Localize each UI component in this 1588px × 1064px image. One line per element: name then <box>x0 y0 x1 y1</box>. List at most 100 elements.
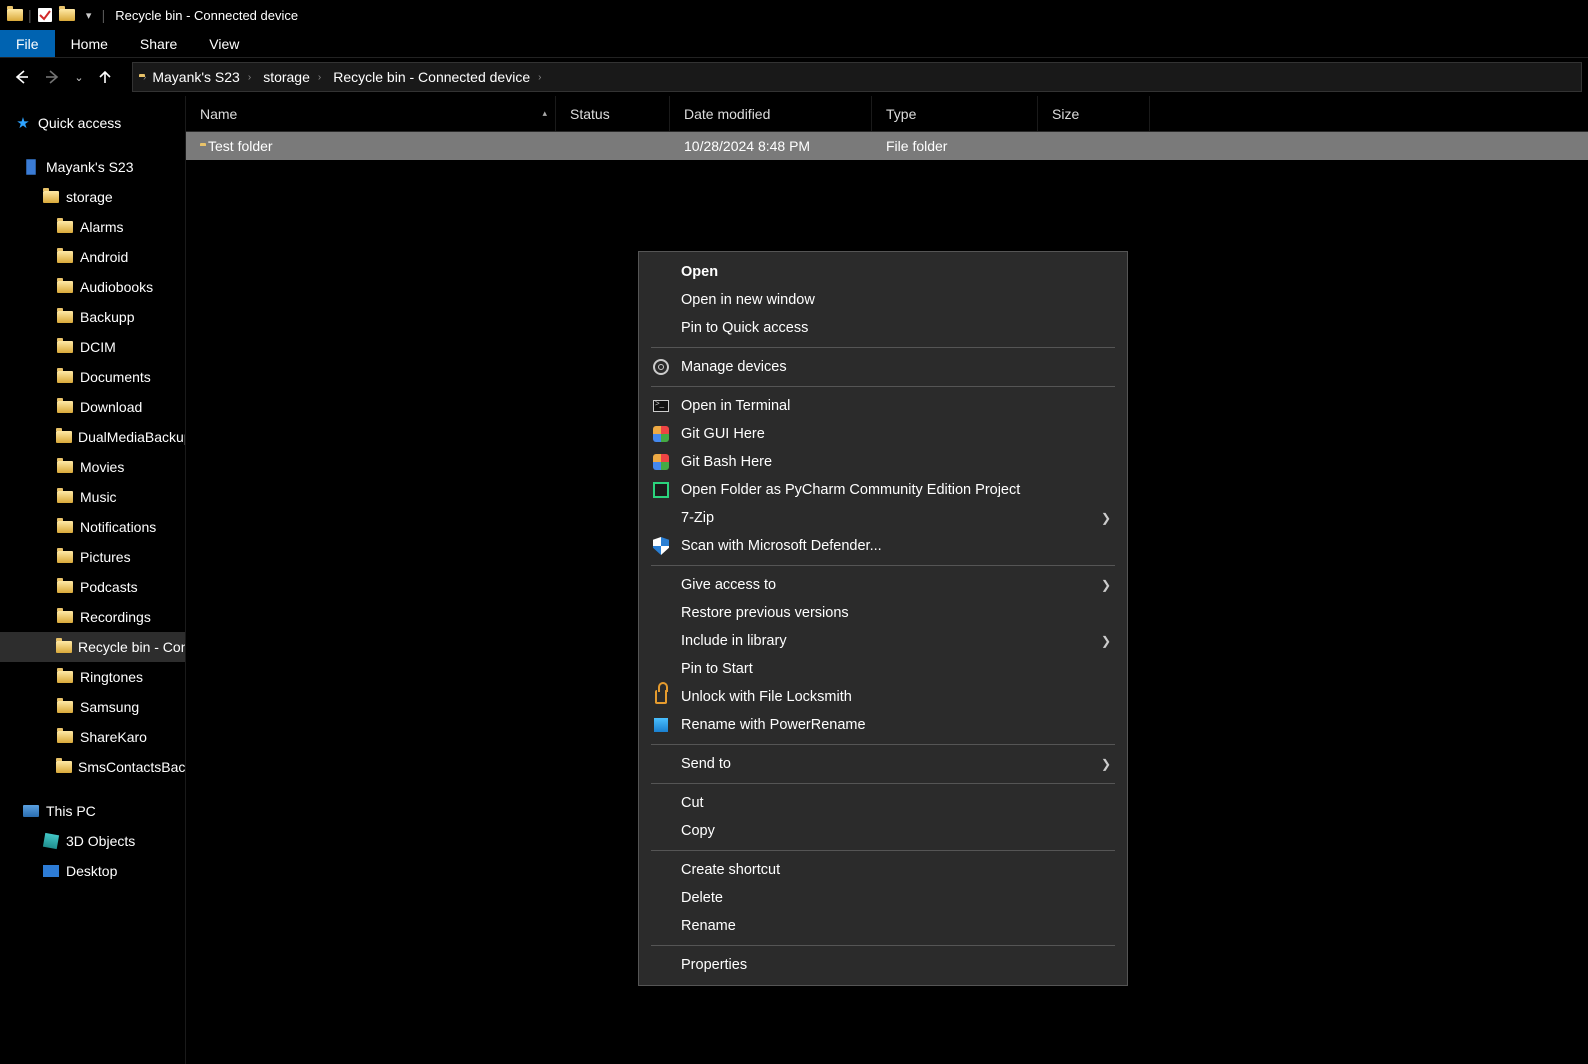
chevron-right-icon[interactable]: › <box>248 72 251 83</box>
ctx-label: Include in library <box>681 633 787 649</box>
folder-icon-2 <box>58 6 76 24</box>
back-button[interactable] <box>6 62 36 92</box>
ctx-pin-start[interactable]: Pin to Start <box>639 655 1127 683</box>
tree-label: Ringtones <box>80 669 143 685</box>
ctx-open[interactable]: Open <box>639 258 1127 286</box>
ctx-send-to[interactable]: Send to❯ <box>639 750 1127 778</box>
tree-label: storage <box>66 189 113 205</box>
folder-icon <box>56 459 74 475</box>
tree-folder[interactable]: SmsContactsBackup <box>0 752 185 782</box>
ctx-open-terminal[interactable]: Open in Terminal <box>639 392 1127 420</box>
ctx-defender[interactable]: Scan with Microsoft Defender... <box>639 532 1127 560</box>
ctx-open-new-window[interactable]: Open in new window <box>639 286 1127 314</box>
git-icon <box>651 424 671 444</box>
tree-folder[interactable]: Recordings <box>0 602 185 632</box>
chevron-right-icon: ❯ <box>1101 757 1111 771</box>
address-bar[interactable]: › Mayank's S23 › storage› Recycle bin - C… <box>132 62 1582 92</box>
desktop-icon <box>42 863 60 879</box>
ctx-git-gui[interactable]: Git GUI Here <box>639 420 1127 448</box>
tree-folder[interactable]: Pictures <box>0 542 185 572</box>
ctx-locksmith[interactable]: Unlock with File Locksmith <box>639 683 1127 711</box>
chevron-right-icon[interactable]: › <box>318 72 321 83</box>
ctx-pycharm[interactable]: Open Folder as PyCharm Community Edition… <box>639 476 1127 504</box>
tree-folder[interactable]: Samsung <box>0 692 185 722</box>
breadcrumb-label: Mayank's S23 <box>152 69 240 85</box>
qat-dropdown-icon[interactable]: ▾ <box>80 6 98 24</box>
tree-3d-objects[interactable]: 3D Objects <box>0 826 185 856</box>
ribbon-tab-share[interactable]: Share <box>124 30 193 57</box>
ctx-powerrename[interactable]: Rename with PowerRename <box>639 711 1127 739</box>
folder-icon <box>56 339 74 355</box>
ribbon-tab-home[interactable]: Home <box>55 30 124 57</box>
tree-label: Podcasts <box>80 579 138 595</box>
tree-folder[interactable]: Backupp <box>0 302 185 332</box>
tree-folder[interactable]: DualMediaBackup <box>0 422 185 452</box>
col-status[interactable]: Status <box>556 96 670 131</box>
ctx-label: Open in Terminal <box>681 398 790 414</box>
star-icon: ★ <box>14 115 32 131</box>
tree-desktop[interactable]: Desktop <box>0 856 185 886</box>
tree-folder[interactable]: DCIM <box>0 332 185 362</box>
tree-folder[interactable]: Recycle bin - Connected device <box>0 632 185 662</box>
tree-storage[interactable]: storage <box>0 182 185 212</box>
tree-folder[interactable]: ShareKaro <box>0 722 185 752</box>
ribbon-tab-view[interactable]: View <box>193 30 255 57</box>
folder-icon <box>56 579 74 595</box>
tree-folder[interactable]: Documents <box>0 362 185 392</box>
ctx-rename[interactable]: Rename <box>639 912 1127 940</box>
tree-folder[interactable]: Podcasts <box>0 572 185 602</box>
ctx-manage-devices[interactable]: Manage devices <box>639 353 1127 381</box>
recent-dropdown[interactable]: ⌄ <box>70 62 88 92</box>
col-date[interactable]: Date modified <box>670 96 872 131</box>
ctx-restore-prev[interactable]: Restore previous versions <box>639 599 1127 627</box>
ctx-properties[interactable]: Properties <box>639 951 1127 979</box>
tree-folder[interactable]: Notifications <box>0 512 185 542</box>
tree-folder[interactable]: Android <box>0 242 185 272</box>
tree-this-pc[interactable]: This PC <box>0 796 185 826</box>
pc-icon <box>22 803 40 819</box>
col-label: Type <box>886 106 916 122</box>
breadcrumb-1[interactable]: storage› <box>257 69 327 85</box>
tree-phone[interactable]: Mayank's S23 <box>0 152 185 182</box>
tree-folder[interactable]: Ringtones <box>0 662 185 692</box>
tree-folder[interactable]: Audiobooks <box>0 272 185 302</box>
col-type[interactable]: Type <box>872 96 1038 131</box>
ctx-label: Manage devices <box>681 359 787 375</box>
forward-button[interactable] <box>38 62 68 92</box>
ctx-label: Open Folder as PyCharm Community Edition… <box>681 482 1020 498</box>
chevron-right-icon: ❯ <box>1101 511 1111 525</box>
ctx-include-lib[interactable]: Include in library❯ <box>639 627 1127 655</box>
ctx-cut[interactable]: Cut <box>639 789 1127 817</box>
ctx-create-shortcut[interactable]: Create shortcut <box>639 856 1127 884</box>
ctx-pin-quick[interactable]: Pin to Quick access <box>639 314 1127 342</box>
ribbon-tab-file[interactable]: File <box>0 30 55 57</box>
tree-label: Download <box>80 399 142 415</box>
file-row[interactable]: Test folder 10/28/2024 8:48 PM File fold… <box>186 132 1588 160</box>
breadcrumb-0[interactable]: Mayank's S23 › <box>146 69 257 85</box>
folder-icon <box>56 639 72 655</box>
folder-icon <box>6 6 24 24</box>
up-button[interactable] <box>90 62 120 92</box>
checkbox-icon[interactable] <box>36 6 54 24</box>
ctx-copy[interactable]: Copy <box>639 817 1127 845</box>
tree-folder[interactable]: Music <box>0 482 185 512</box>
ctx-give-access[interactable]: Give access to❯ <box>639 571 1127 599</box>
sort-indicator-icon: ▴ <box>542 108 547 119</box>
tree-folder[interactable]: Movies <box>0 452 185 482</box>
tree-folder[interactable]: Alarms <box>0 212 185 242</box>
folder-icon <box>56 729 74 745</box>
folder-icon <box>42 189 60 205</box>
col-size[interactable]: Size <box>1038 96 1150 131</box>
breadcrumb-2[interactable]: Recycle bin - Connected device› <box>327 69 547 85</box>
row-type: File folder <box>886 138 947 154</box>
col-name[interactable]: Name▴ <box>186 96 556 131</box>
ctx-delete[interactable]: Delete <box>639 884 1127 912</box>
ctx-git-bash[interactable]: Git Bash Here <box>639 448 1127 476</box>
tree-quick-access[interactable]: ★ Quick access <box>0 108 185 138</box>
folder-icon <box>56 399 74 415</box>
ctx-7zip[interactable]: 7-Zip❯ <box>639 504 1127 532</box>
tree-folder[interactable]: Download <box>0 392 185 422</box>
ctx-label: Git GUI Here <box>681 426 765 442</box>
chevron-right-icon[interactable]: › <box>538 72 541 83</box>
tree-label: Alarms <box>80 219 124 235</box>
